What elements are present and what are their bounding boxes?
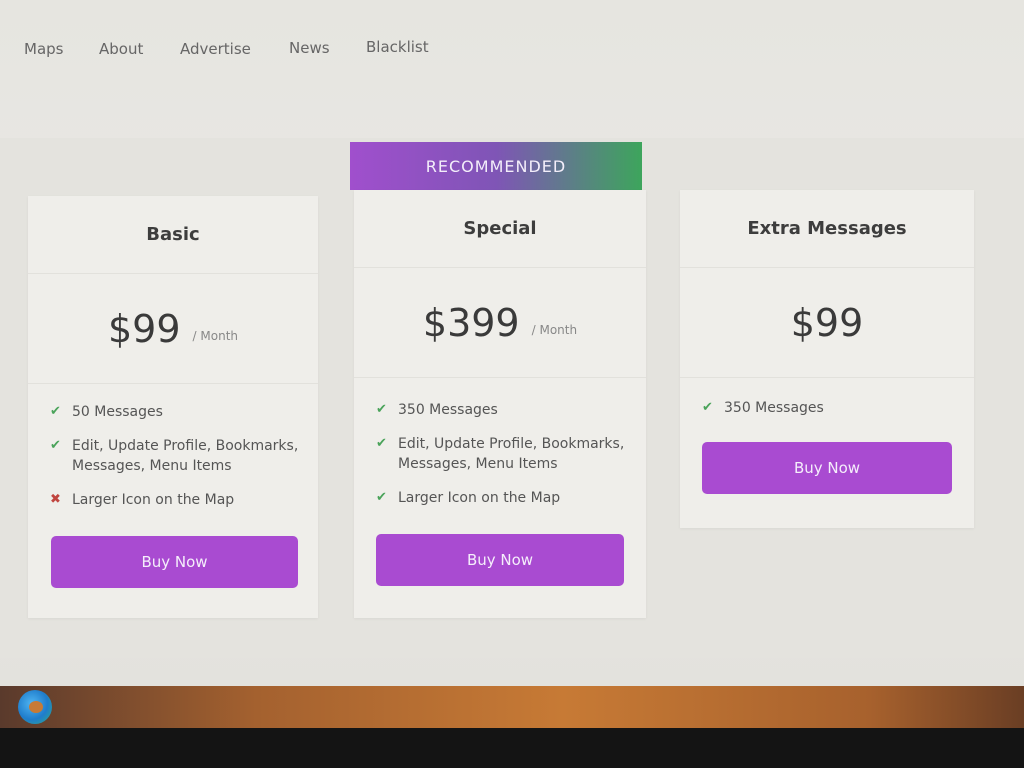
feature-list: ✔ 350 Messages ✔ Edit, Update Profile, B… (376, 400, 628, 522)
check-icon: ✔ (50, 438, 61, 453)
feature-item: ✔ 50 Messages (50, 402, 300, 422)
plan-price-row: $99 / Month (28, 274, 318, 384)
plan-period: / Month (192, 328, 238, 343)
feature-item: ✔ 350 Messages (376, 400, 628, 420)
feature-text: 350 Messages (724, 400, 824, 416)
edge-browser-icon[interactable] (18, 690, 52, 724)
cross-icon: ✖ (50, 492, 61, 507)
nav-advertise[interactable]: Advertise (180, 40, 251, 58)
feature-item: ✔ 350 Messages (702, 398, 956, 418)
monitor-bezel (0, 728, 1024, 768)
plan-period: / Month (531, 322, 578, 337)
recommended-ribbon: RECOMMENDED (350, 142, 642, 190)
feature-item: ✖ Larger Icon on the Map (50, 490, 300, 510)
feature-text: Larger Icon on the Map (398, 490, 561, 506)
plan-price-row: $99 (680, 268, 974, 378)
check-icon: ✔ (376, 436, 387, 451)
feature-text: 50 Messages (72, 404, 163, 420)
nav-news[interactable]: News (289, 39, 330, 57)
buy-now-button-special[interactable]: Buy Now (376, 534, 624, 586)
plan-price: $99 (790, 300, 864, 345)
plan-name: Extra Messages (680, 190, 974, 268)
feature-text: Edit, Update Profile, Bookmarks, Message… (72, 438, 299, 474)
plan-price: $99 (108, 306, 181, 351)
feature-text: 350 Messages (398, 402, 498, 418)
check-icon: ✔ (376, 490, 387, 505)
feature-item: ✔ Edit, Update Profile, Bookmarks, Messa… (50, 436, 300, 476)
plan-name: Special (354, 190, 646, 268)
plan-name: Basic (28, 196, 318, 274)
browser-viewport: Maps About Advertise News Blacklist Basi… (0, 0, 1024, 686)
check-icon: ✔ (50, 404, 61, 419)
buy-now-button-extra-messages[interactable]: Buy Now (702, 442, 952, 494)
feature-text: Larger Icon on the Map (72, 492, 235, 508)
plan-card-basic: Basic $99 / Month ✔ 50 Messages ✔ Edit, … (28, 196, 318, 618)
feature-item: ✔ Edit, Update Profile, Bookmarks, Messa… (376, 434, 628, 474)
plan-card-special: Special $399 / Month ✔ 350 Messages ✔ Ed… (354, 190, 646, 618)
plan-price-row: $399 / Month (354, 268, 646, 378)
feature-item: ✔ Larger Icon on the Map (376, 488, 628, 508)
plan-price: $399 (422, 300, 520, 345)
nav-maps[interactable]: Maps (24, 40, 63, 64)
check-icon: ✔ (376, 402, 387, 417)
nav-blacklist[interactable]: Blacklist (366, 38, 429, 56)
nav-about[interactable]: About (99, 40, 143, 58)
check-icon: ✔ (702, 400, 713, 415)
taskbar (0, 686, 1024, 728)
feature-text: Edit, Update Profile, Bookmarks, Message… (398, 436, 625, 472)
plan-card-extra-messages: Extra Messages $99 ✔ 350 Messages Buy No… (680, 190, 974, 528)
feature-list: ✔ 350 Messages (702, 398, 956, 432)
feature-list: ✔ 50 Messages ✔ Edit, Update Profile, Bo… (50, 402, 300, 524)
buy-now-button-basic[interactable]: Buy Now (51, 536, 298, 588)
